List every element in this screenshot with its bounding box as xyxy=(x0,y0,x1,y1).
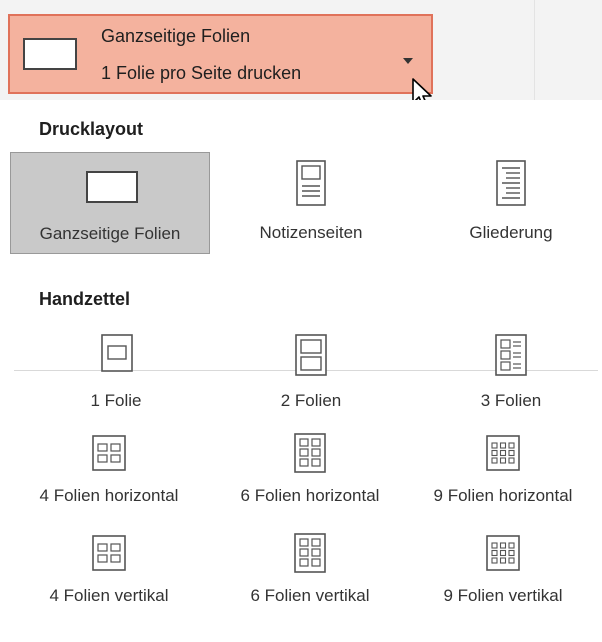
six-slides-vertical-icon xyxy=(294,533,326,573)
layout-item-label: Notizenseiten xyxy=(259,223,363,242)
four-slides-horizontal-icon xyxy=(92,435,126,471)
outline-icon xyxy=(496,160,526,206)
two-slides-icon xyxy=(295,334,327,376)
handout-item-1[interactable]: 1 Folie xyxy=(26,330,206,420)
handout-item-label: 6 Folien horizontal xyxy=(240,486,380,505)
handout-item-label: 9 Folien vertikal xyxy=(443,586,563,605)
handout-item-label: 1 Folie xyxy=(90,391,142,410)
print-layout-dropdown[interactable]: Ganzseitige Folien 1 Folie pro Seite dru… xyxy=(8,14,433,108)
handout-item-label: 6 Folien vertikal xyxy=(250,586,370,605)
layout-item-outline[interactable]: Gliederung xyxy=(426,152,596,254)
slide-thumbnail-icon xyxy=(23,38,77,70)
layout-item-label: Ganzseitige Folien xyxy=(39,224,181,243)
six-slides-horizontal-icon xyxy=(294,433,326,473)
nine-slides-horizontal-icon xyxy=(486,435,520,471)
handout-item-label: 3 Folien xyxy=(480,391,542,410)
handout-item-label: 4 Folien horizontal xyxy=(39,486,179,505)
section-heading-drucklayout: Drucklayout xyxy=(39,119,144,139)
one-slide-icon xyxy=(101,334,133,372)
handout-item-label: 9 Folien horizontal xyxy=(433,486,573,505)
handout-item-6h[interactable]: 6 Folien horizontal xyxy=(212,430,408,520)
nine-slides-vertical-icon xyxy=(486,535,520,571)
handout-item-4h[interactable]: 4 Folien horizontal xyxy=(6,430,212,520)
notes-page-icon xyxy=(296,160,326,206)
handout-item-label: 4 Folien vertikal xyxy=(49,586,169,605)
three-slides-icon xyxy=(495,334,527,376)
handout-item-4v[interactable]: 4 Folien vertikal xyxy=(6,530,212,620)
toolbar: Ganzseitige Folien 1 Folie pro Seite dru… xyxy=(0,0,602,108)
handout-item-6v[interactable]: 6 Folien vertikal xyxy=(212,530,408,620)
print-layout-menu: Drucklayout Ganzseitige Folien Notizense… xyxy=(6,100,598,642)
dropdown-subtitle: 1 Folie pro Seite drucken xyxy=(101,63,302,83)
full-page-slide-icon xyxy=(86,171,138,203)
section-heading-handzettel: Handzettel xyxy=(39,289,131,309)
handout-item-2[interactable]: 2 Folien xyxy=(226,330,396,420)
layout-item-full-page[interactable]: Ganzseitige Folien xyxy=(10,152,210,254)
four-slides-vertical-icon xyxy=(92,535,126,571)
dropdown-title: Ganzseitige Folien xyxy=(101,26,251,46)
handout-item-9h[interactable]: 9 Folien horizontal xyxy=(408,430,598,520)
handout-item-3[interactable]: 3 Folien xyxy=(426,330,596,420)
layout-item-notes[interactable]: Notizenseiten xyxy=(226,152,396,254)
dropdown-caret-icon xyxy=(403,58,413,64)
layout-item-label: Gliederung xyxy=(469,223,553,242)
handout-item-9v[interactable]: 9 Folien vertikal xyxy=(408,530,598,620)
toolbar-divider xyxy=(534,0,535,100)
handout-item-label: 2 Folien xyxy=(280,391,342,410)
